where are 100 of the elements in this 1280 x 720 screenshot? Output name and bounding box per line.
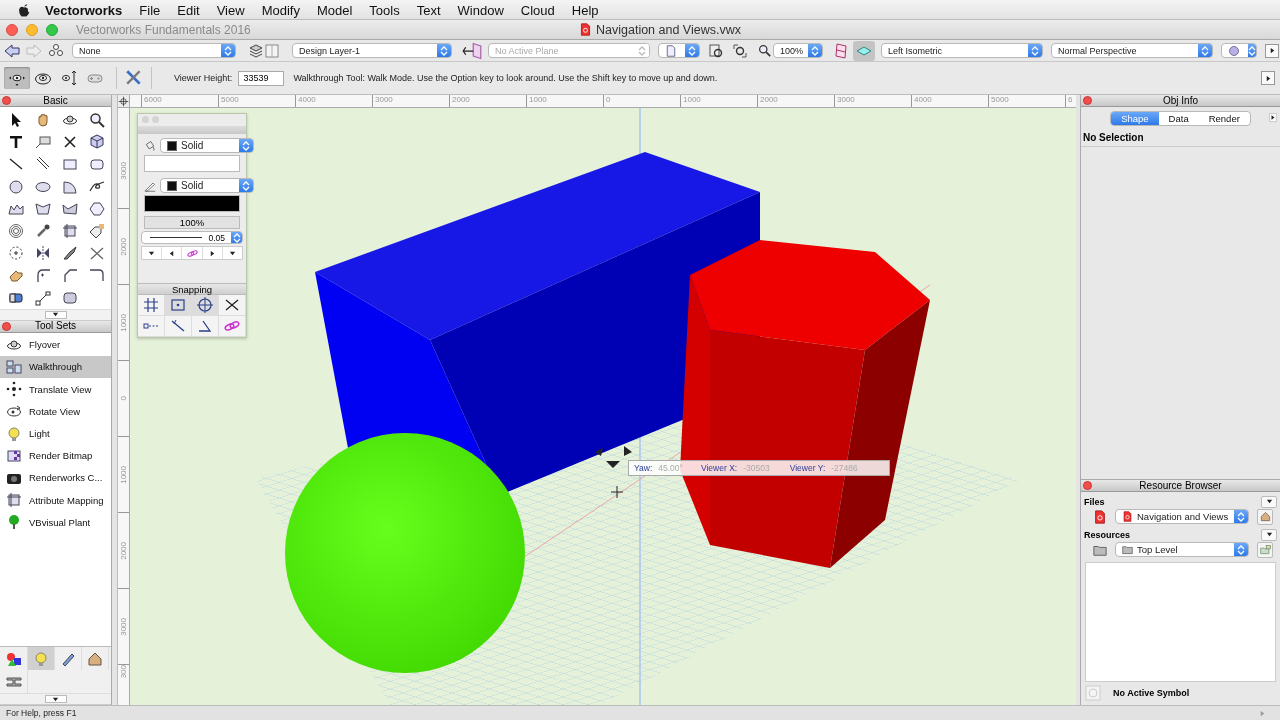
tab[interactable]: Data [1158,112,1199,125]
folder-dropdown[interactable]: Top Level [1115,542,1249,557]
expand-button[interactable] [1269,113,1277,122]
ruler-label: 0 [119,396,128,401]
arrow-button-bar[interactable] [141,246,243,260]
knife-icon[interactable] [61,245,78,262]
tool-set-item[interactable]: Rotate View [0,400,111,423]
spiral-icon[interactable] [7,223,24,240]
scroll-down-button[interactable] [44,310,67,319]
grid-icon[interactable] [143,297,159,313]
menu-item[interactable]: View [208,2,254,18]
menu-item[interactable]: Window [449,2,513,18]
ruler-label: 2000 [119,541,128,560]
fillet-icon[interactable] [34,267,51,284]
rectangle-icon[interactable] [61,156,78,173]
tool-set-item[interactable]: Render Bitmap [0,444,111,467]
cube-icon[interactable] [88,134,105,151]
close-button[interactable] [2,321,11,331]
fill-swatch[interactable] [144,155,240,172]
layer-dropdown[interactable]: Design Layer-1 [292,43,452,58]
magnifier-icon[interactable] [88,112,105,129]
opacity-field[interactable]: 100% [144,216,240,229]
menu-item[interactable]: Help [563,2,608,18]
ruler-label: 4000 [914,95,932,104]
tool-set-item[interactable]: Flyover [0,333,111,356]
menu-item[interactable]: Vectorworks [31,2,131,18]
close-button[interactable] [1083,96,1092,105]
file-dropdown[interactable]: Navigation and Views [1115,509,1249,524]
plane-grid-icon[interactable] [833,42,849,59]
projection-dropdown[interactable]: Normal Perspective [1051,43,1213,58]
tool-set-item[interactable]: Walkthrough [0,355,111,379]
close-button[interactable] [2,96,11,105]
layers-icon[interactable] [248,42,264,59]
menu-item[interactable]: Text [408,2,450,18]
expand-button[interactable] [1265,43,1279,58]
polygon-icon[interactable] [61,200,78,217]
target-icon[interactable] [118,95,129,107]
readout-label: Yaw: [634,463,653,473]
fill-style-dropdown[interactable]: Solid [160,138,254,153]
circle-cross-icon[interactable] [197,297,213,313]
circle-icon[interactable] [7,178,24,195]
zoom-dropdown[interactable]: 100% [773,43,823,58]
menu-item[interactable]: Tools [360,2,409,18]
pen-swatch[interactable] [144,195,240,212]
zoom-page-icon[interactable] [708,42,724,59]
crop-frame-icon[interactable] [61,223,78,240]
rectangle-icon[interactable] [34,134,51,151]
dashed-circle-icon[interactable] [7,245,24,262]
plane-icon[interactable] [462,40,482,61]
menu-item[interactable]: Model [308,2,361,18]
rectangle-center-icon[interactable] [170,297,186,313]
quarter-arc-icon[interactable] [61,178,78,195]
x-mark-icon[interactable] [224,297,240,313]
tool-set-item[interactable]: Renderworks C... [0,466,111,489]
angle-icon[interactable] [197,318,213,334]
line-thickness-field[interactable]: 0.05 [141,231,243,244]
tool-set-item[interactable]: Light [0,422,111,445]
close-button[interactable] [1083,481,1092,490]
collapse-button[interactable] [1261,495,1277,508]
class-dropdown[interactable]: None [72,43,236,58]
mode-button[interactable] [4,67,30,89]
crossed-lines-icon[interactable] [88,245,105,262]
crossed-tools-icon[interactable] [125,69,143,87]
render-dropdown[interactable] [1221,43,1257,58]
page-dropdown[interactable] [658,43,700,58]
chain-icon[interactable] [186,247,198,259]
text-tool-icon[interactable] [7,134,24,151]
polygon-icon[interactable] [34,200,51,217]
stepper-icon [1237,544,1245,555]
window-title: Navigation and Views.vwx [596,22,741,37]
tool-set-item[interactable]: VBvisual Plant [0,511,111,534]
viewer-height-field[interactable]: 33539 [238,70,285,86]
corner-icon[interactable] [88,267,105,284]
expand-button[interactable] [1261,71,1275,85]
pen-style-dropdown[interactable]: Solid [160,178,254,193]
menu-item[interactable]: Edit [168,2,209,18]
menu-item[interactable]: File [130,2,169,18]
collapse-button[interactable] [1261,528,1277,541]
tangent-line-icon[interactable] [170,318,186,334]
chamfer-icon[interactable] [61,267,78,284]
tool-set-item[interactable]: Translate View [0,378,111,401]
linked-circles-icon[interactable] [48,42,64,59]
menu-item[interactable]: Modify [253,2,309,18]
mirror-icon[interactable] [34,245,51,262]
close-button[interactable] [6,23,18,36]
zoom-fit-icon[interactable] [732,42,748,59]
tab[interactable]: Render [1198,112,1250,125]
chain-icon[interactable] [224,318,240,334]
connector-icon[interactable] [34,289,51,306]
scroll-down-button[interactable] [44,695,67,703]
back-arrow-icon[interactable] [4,42,20,59]
view-dropdown[interactable]: Left Isometric [881,43,1043,58]
menu-item[interactable]: Cloud [512,2,564,18]
rounded-block-icon[interactable] [61,289,78,306]
magnifier-icon[interactable] [758,44,771,57]
tag-icon[interactable] [88,223,105,240]
hexagon-icon[interactable] [88,200,105,217]
tool-set-item[interactable]: Attribute Mapping [0,489,111,512]
down-triangle-icon [228,249,236,257]
apple-icon[interactable] [17,3,31,17]
